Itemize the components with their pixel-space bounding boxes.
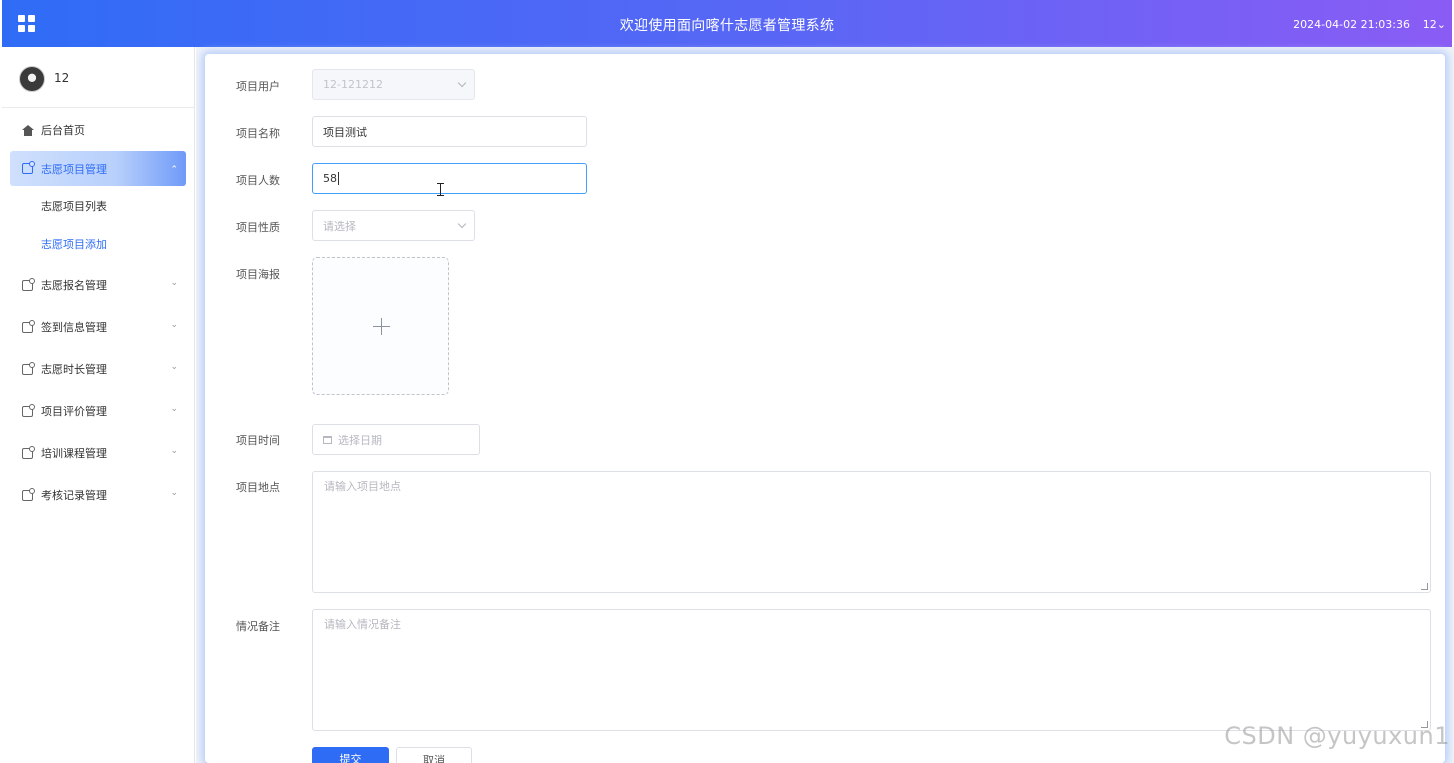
chevron-down-icon [457,219,467,228]
sidebar-user-name: 12 [54,71,70,85]
document-icon [22,277,35,291]
sidebar-subitem-project-add[interactable]: 志愿项目添加 [2,226,194,264]
sidebar-item-label: 后台首页 [41,124,85,137]
sidebar-item-label: 考核记录管理 [41,489,107,502]
sidebar-item-label: 志愿项目管理 [41,162,107,176]
cancel-button[interactable]: 取消 [396,747,472,763]
document-icon [22,445,35,459]
sidebar-item-label: 签到信息管理 [41,321,107,334]
chevron-down-icon: ⌄ [170,362,178,372]
chevron-down-icon: ⌄ [170,278,178,288]
sidebar-item-label: 志愿时长管理 [41,363,107,376]
watermark: CSDN @yuyuxun1 [1224,722,1450,750]
sidebar-item-signup-management[interactable]: 志愿报名管理 ⌄ [2,264,194,306]
home-icon [22,124,34,136]
app-title: 欢迎使用面向喀什志愿者管理系统 [619,18,835,34]
document-icon [22,487,35,501]
header-datetime: 2024-04-02 21:03:36 [1293,18,1410,31]
field-label: 项目性质 [236,221,280,234]
project-name-value: 项目测试 [323,125,367,139]
submit-button[interactable]: 提交 [312,747,389,763]
project-location-textarea[interactable]: 请输入项目地点 [312,471,1431,593]
project-user-value: 12-121212 [323,78,383,91]
ibeam-cursor-icon [437,183,448,196]
document-icon [22,361,35,375]
remarks-textarea[interactable]: 请输入情况备注 [312,609,1431,731]
document-icon [22,403,35,417]
top-header: 欢迎使用面向喀什志愿者管理系统 2024-04-02 21:03:36 12⌄ [2,0,1452,47]
project-type-select[interactable]: 请选择 [312,210,475,241]
chevron-down-icon: ⌄ [170,320,178,330]
chevron-up-icon: ⌃ [170,165,178,175]
project-name-input[interactable]: 项目测试 [312,116,587,147]
project-user-select[interactable]: 12-121212 [312,69,475,100]
sidebar-item-training-management[interactable]: 培训课程管理 ⌄ [2,432,194,474]
chevron-down-icon: ⌄ [170,404,178,414]
sidebar-item-label: 志愿报名管理 [41,279,107,292]
user-dropdown-label: 12 [1422,18,1437,31]
sidebar-item-project-management[interactable]: 志愿项目管理 ⌃ [10,151,186,186]
sidebar-item-label: 培训课程管理 [41,447,107,460]
calendar-icon [323,435,332,444]
field-label: 项目海报 [236,268,280,281]
document-icon [22,161,35,174]
remarks-placeholder: 请输入情况备注 [324,618,401,631]
project-date-placeholder: 选择日期 [338,433,382,447]
sidebar-item-home[interactable]: 后台首页 [2,109,194,151]
sidebar: 12 后台首页 志愿项目管理 ⌃ 志愿项目列表 志愿项目添加 志愿报名管理 ⌄ … [2,47,195,763]
chevron-down-icon: ⌄ [1436,18,1446,31]
sidebar-subitem-project-list[interactable]: 志愿项目列表 [2,188,194,226]
field-label: 项目名称 [236,127,280,140]
user-dropdown[interactable]: 12⌄ [1423,18,1446,31]
chevron-down-icon: ⌄ [170,488,178,498]
sidebar-item-label: 项目评价管理 [41,405,107,418]
sidebar-item-hours-management[interactable]: 志愿时长管理 ⌄ [2,348,194,390]
poster-upload[interactable] [312,257,449,395]
field-label: 项目用户 [236,80,280,93]
field-label: 项目人数 [236,174,280,187]
project-type-placeholder: 请选择 [323,219,356,233]
field-label: 项目时间 [236,434,280,447]
project-count-value: 58 [323,172,337,185]
sidebar-item-assessment-management[interactable]: 考核记录管理 ⌄ [2,474,194,516]
sidebar-item-evaluation-management[interactable]: 项目评价管理 ⌄ [2,390,194,432]
document-icon [22,319,35,333]
field-label: 项目地点 [236,481,280,494]
field-label: 情况备注 [236,620,280,633]
avatar [19,66,45,92]
chevron-down-icon: ⌄ [170,446,178,456]
project-date-picker[interactable]: 选择日期 [312,424,480,455]
chevron-down-icon [457,78,467,87]
sidebar-user: 12 [2,47,194,108]
project-count-input[interactable]: 58 [312,163,587,194]
project-location-placeholder: 请输入项目地点 [324,480,401,493]
plus-icon [381,318,382,335]
sidebar-item-checkin-management[interactable]: 签到信息管理 ⌄ [2,306,194,348]
text-caret [338,172,339,185]
resize-handle-icon[interactable] [1421,583,1428,590]
